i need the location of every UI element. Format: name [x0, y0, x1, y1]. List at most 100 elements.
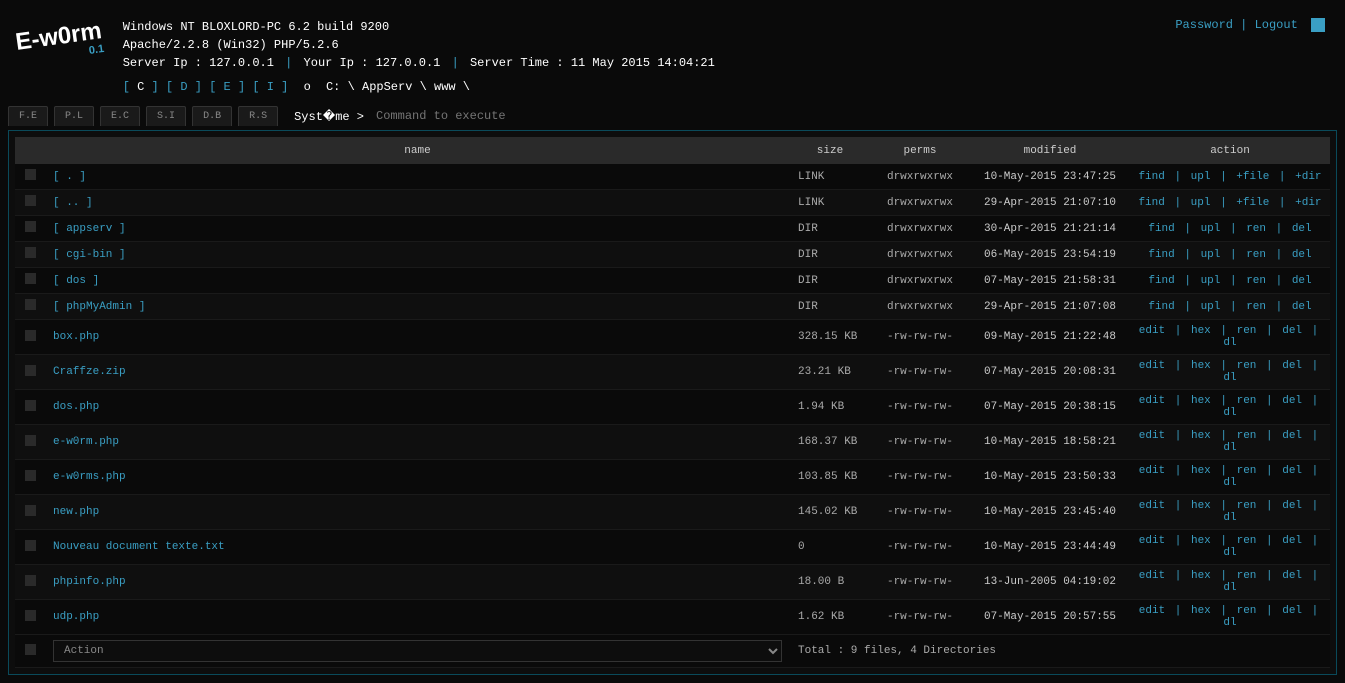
action-hex[interactable]: hex: [1191, 395, 1211, 407]
action-del[interactable]: del: [1292, 301, 1312, 313]
action-hex[interactable]: hex: [1191, 500, 1211, 512]
action-select[interactable]: Action: [53, 640, 782, 662]
action-ren[interactable]: ren: [1237, 465, 1257, 477]
action-del[interactable]: del: [1292, 223, 1312, 235]
action-find[interactable]: find: [1148, 275, 1174, 287]
action-ren[interactable]: ren: [1237, 360, 1257, 372]
action-hex[interactable]: hex: [1191, 430, 1211, 442]
cmd-input[interactable]: [376, 109, 676, 123]
action-edit[interactable]: edit: [1139, 605, 1165, 617]
action-find[interactable]: find: [1148, 223, 1174, 235]
action-dl[interactable]: dl: [1223, 547, 1236, 559]
row-checkbox[interactable]: [25, 400, 36, 411]
file-link[interactable]: [ cgi-bin ]: [53, 249, 126, 261]
row-checkbox[interactable]: [25, 330, 36, 341]
action-edit[interactable]: edit: [1139, 360, 1165, 372]
drive-E[interactable]: E: [224, 80, 231, 94]
file-link[interactable]: udp.php: [53, 611, 99, 623]
row-checkbox[interactable]: [25, 247, 36, 258]
tab-e-c[interactable]: E.C: [100, 106, 140, 126]
action-ren[interactable]: ren: [1237, 325, 1257, 337]
col-size-header[interactable]: size: [790, 137, 870, 164]
logout-link[interactable]: Logout: [1255, 18, 1298, 32]
action-hex[interactable]: hex: [1191, 360, 1211, 372]
action-del[interactable]: del: [1292, 249, 1312, 261]
file-link[interactable]: [ . ]: [53, 171, 86, 183]
row-checkbox[interactable]: [25, 221, 36, 232]
action-dl[interactable]: dl: [1223, 477, 1236, 489]
action-del[interactable]: del: [1282, 325, 1302, 337]
col-modified-header[interactable]: modified: [970, 137, 1130, 164]
file-link[interactable]: dos.php: [53, 401, 99, 413]
row-checkbox[interactable]: [25, 365, 36, 376]
row-checkbox[interactable]: [25, 470, 36, 481]
row-checkbox[interactable]: [25, 610, 36, 621]
action-del[interactable]: del: [1282, 500, 1302, 512]
drive-D[interactable]: D: [180, 80, 187, 94]
logout-icon[interactable]: [1311, 18, 1325, 32]
action-plus-file[interactable]: +file: [1236, 171, 1269, 183]
tab-s-i[interactable]: S.I: [146, 106, 186, 126]
action-del[interactable]: del: [1282, 535, 1302, 547]
row-checkbox[interactable]: [25, 540, 36, 551]
action-del[interactable]: del: [1282, 430, 1302, 442]
current-path[interactable]: C: \ AppServ \ www \: [319, 80, 470, 94]
col-name-header[interactable]: name: [45, 137, 790, 164]
action-edit[interactable]: edit: [1139, 570, 1165, 582]
action-dl[interactable]: dl: [1223, 582, 1236, 594]
file-link[interactable]: new.php: [53, 506, 99, 518]
action-find[interactable]: find: [1138, 171, 1164, 183]
action-find[interactable]: find: [1148, 301, 1174, 313]
action-dl[interactable]: dl: [1223, 372, 1236, 384]
action-upl[interactable]: upl: [1201, 249, 1221, 261]
action-upl[interactable]: upl: [1191, 171, 1211, 183]
action-find[interactable]: find: [1148, 249, 1174, 261]
file-link[interactable]: box.php: [53, 331, 99, 343]
action-edit[interactable]: edit: [1139, 430, 1165, 442]
action-dl[interactable]: dl: [1223, 337, 1236, 349]
row-checkbox[interactable]: [25, 195, 36, 206]
action-edit[interactable]: edit: [1139, 465, 1165, 477]
action-upl[interactable]: upl: [1201, 275, 1221, 287]
tab-d-b[interactable]: D.B: [192, 106, 232, 126]
action-del[interactable]: del: [1292, 275, 1312, 287]
file-link[interactable]: [ .. ]: [53, 197, 93, 209]
action-del[interactable]: del: [1282, 605, 1302, 617]
password-link[interactable]: Password: [1175, 18, 1233, 32]
action-ren[interactable]: ren: [1237, 570, 1257, 582]
action-edit[interactable]: edit: [1139, 535, 1165, 547]
file-link[interactable]: Craffze.zip: [53, 366, 126, 378]
action-plus-dir[interactable]: +dir: [1295, 171, 1321, 183]
checkbox-all[interactable]: [25, 143, 36, 154]
file-link[interactable]: e-w0rm.php: [53, 436, 119, 448]
checkbox-footer[interactable]: [25, 644, 36, 655]
action-edit[interactable]: edit: [1139, 325, 1165, 337]
action-hex[interactable]: hex: [1191, 535, 1211, 547]
action-ren[interactable]: ren: [1237, 500, 1257, 512]
action-ren[interactable]: ren: [1246, 301, 1266, 313]
row-checkbox[interactable]: [25, 273, 36, 284]
action-hex[interactable]: hex: [1191, 325, 1211, 337]
action-upl[interactable]: upl: [1201, 223, 1221, 235]
action-dl[interactable]: dl: [1223, 442, 1236, 454]
action-dl[interactable]: dl: [1223, 512, 1236, 524]
action-hex[interactable]: hex: [1191, 465, 1211, 477]
action-del[interactable]: del: [1282, 360, 1302, 372]
action-ren[interactable]: ren: [1237, 535, 1257, 547]
action-ren[interactable]: ren: [1237, 395, 1257, 407]
row-checkbox[interactable]: [25, 299, 36, 310]
row-checkbox[interactable]: [25, 505, 36, 516]
action-edit[interactable]: edit: [1139, 395, 1165, 407]
action-plus-dir[interactable]: +dir: [1295, 197, 1321, 209]
action-ren[interactable]: ren: [1246, 223, 1266, 235]
file-link[interactable]: [ dos ]: [53, 275, 99, 287]
row-checkbox[interactable]: [25, 169, 36, 180]
action-dl[interactable]: dl: [1223, 407, 1236, 419]
action-del[interactable]: del: [1282, 570, 1302, 582]
file-link[interactable]: [ appserv ]: [53, 223, 126, 235]
tab-r-s[interactable]: R.S: [238, 106, 278, 126]
file-link[interactable]: phpinfo.php: [53, 576, 126, 588]
file-link[interactable]: Nouveau document texte.txt: [53, 541, 225, 553]
file-link[interactable]: e-w0rms.php: [53, 471, 126, 483]
tab-p-l[interactable]: P.L: [54, 106, 94, 126]
